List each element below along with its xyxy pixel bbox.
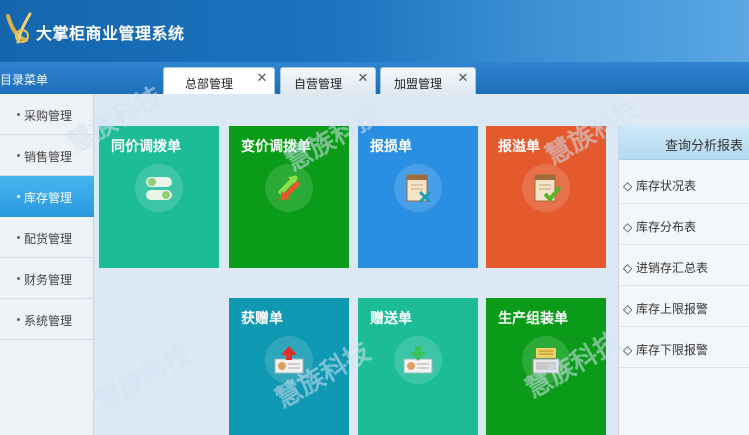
- report-item-stock-status[interactable]: ◇ 库存状况表: [619, 163, 749, 204]
- tile-same-price-transfer[interactable]: 同价调拨单: [99, 126, 219, 268]
- sidebar-item-distribution[interactable]: 配货管理: [0, 217, 94, 258]
- sidebar-item-label: 配货管理: [24, 232, 73, 246]
- report-item-lower-limit-alert[interactable]: ◇ 库存下限报警: [619, 327, 749, 368]
- report-item-label: ◇ 库存下限报警: [623, 343, 709, 357]
- tile-damage-report[interactable]: 报损单: [358, 126, 478, 268]
- tile-overflow-report[interactable]: 报溢单: [486, 126, 606, 268]
- tile-label: 生产组装单: [498, 311, 568, 327]
- assembly-icon: [522, 336, 570, 384]
- report-panel: 查询分析报表 ◇ 库存状况表 ◇ 库存分布表 ◇ 进销存汇总表 ◇ 库存上限报警…: [618, 125, 749, 435]
- tile-label: 同价调拨单: [111, 139, 181, 155]
- bullet-icon: [17, 154, 20, 157]
- tab-self-management[interactable]: 自营管理 ✕: [280, 67, 376, 94]
- sidebar-item-sales[interactable]: 销售管理: [0, 135, 94, 176]
- tile-production-assembly[interactable]: 生产组装单: [486, 298, 606, 435]
- bullet-icon: [17, 236, 20, 239]
- sidebar-item-system[interactable]: 系统管理: [0, 299, 94, 340]
- report-item-label: ◇ 库存状况表: [623, 179, 697, 193]
- sidebar-item-label: 采购管理: [24, 109, 73, 123]
- app-header: 大掌柜商业管理系统: [0, 0, 749, 62]
- tile-variable-price-transfer[interactable]: 变价调拨单: [229, 126, 349, 268]
- sidebar-item-purchase[interactable]: 采购管理: [0, 94, 94, 135]
- report-item-stock-distribution[interactable]: ◇ 库存分布表: [619, 204, 749, 245]
- report-item-label: ◇ 库存分布表: [623, 220, 697, 234]
- tile-label: 变价调拨单: [241, 139, 311, 155]
- report-item-upper-limit-alert[interactable]: ◇ 库存上限报警: [619, 286, 749, 327]
- overflow-report-icon: [522, 164, 570, 212]
- tab-franchise-management[interactable]: 加盟管理 ✕: [380, 67, 476, 94]
- report-item-label: ◇ 进销存汇总表: [623, 261, 709, 275]
- tile-gift-received[interactable]: 获赠单: [229, 298, 349, 435]
- close-icon[interactable]: ✕: [255, 72, 269, 86]
- sidebar-item-inventory[interactable]: 库存管理: [0, 176, 94, 217]
- sidebar-item-finance[interactable]: 财务管理: [0, 258, 94, 299]
- tile-gift-send[interactable]: 赠送单: [358, 298, 478, 435]
- gift-received-icon: [265, 336, 313, 384]
- bullet-icon: [17, 195, 20, 198]
- gift-send-icon: [394, 336, 442, 384]
- report-item-inventory-summary[interactable]: ◇ 进销存汇总表: [619, 245, 749, 286]
- tab-label: 自营管理: [293, 77, 342, 91]
- tile-label: 获赠单: [241, 311, 283, 327]
- sidebar-item-label: 财务管理: [24, 273, 73, 287]
- menu-label: 目录菜单: [0, 73, 49, 87]
- bullet-icon: [17, 318, 20, 321]
- report-title: 查询分析报表: [665, 139, 744, 154]
- close-icon[interactable]: ✕: [356, 72, 370, 86]
- app-title: 大掌柜商业管理系统: [36, 24, 185, 43]
- sidebar-item-label: 销售管理: [24, 150, 73, 164]
- sidebar-item-label: 系统管理: [24, 314, 73, 328]
- tile-label: 报溢单: [498, 139, 540, 155]
- report-item-label: ◇ 库存上限报警: [623, 302, 709, 316]
- tile-label: 赠送单: [370, 311, 412, 327]
- close-icon[interactable]: ✕: [456, 72, 470, 86]
- arrows-icon: [265, 164, 313, 212]
- damage-report-icon: [394, 164, 442, 212]
- tab-hq-management[interactable]: 总部管理 ✕: [163, 67, 275, 95]
- tab-label: 总部管理: [184, 77, 233, 91]
- sidebar-item-label: 库存管理: [24, 191, 73, 205]
- tile-label: 报损单: [370, 139, 412, 155]
- bullet-icon: [17, 277, 20, 280]
- tab-label: 加盟管理: [393, 77, 442, 91]
- logo-icon: [6, 12, 32, 44]
- sidebar: 采购管理 销售管理 库存管理 配货管理 财务管理 系统管理: [0, 94, 94, 435]
- report-header: 查询分析报表: [619, 125, 749, 160]
- toggle-icon: [135, 164, 183, 212]
- bullet-icon: [17, 113, 20, 116]
